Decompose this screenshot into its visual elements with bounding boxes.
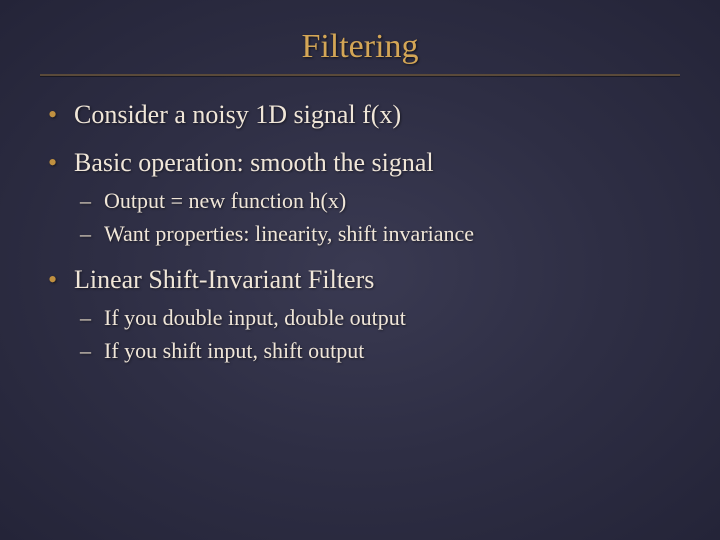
sub-item: Output = new function h(x) (74, 186, 680, 216)
bullet-item: Basic operation: smooth the signal Outpu… (40, 146, 680, 249)
slide: Filtering Consider a noisy 1D signal f(x… (0, 0, 720, 540)
sub-item: If you double input, double output (74, 303, 680, 333)
bullet-item: Linear Shift-Invariant Filters If you do… (40, 263, 680, 366)
slide-title: Filtering (40, 28, 680, 66)
sub-item: Want properties: linearity, shift invari… (74, 219, 680, 249)
bullet-list: Consider a noisy 1D signal f(x) Basic op… (40, 98, 680, 366)
bullet-text: Linear Shift-Invariant Filters (74, 265, 374, 294)
sub-list: Output = new function h(x) Want properti… (74, 186, 680, 249)
sub-item: If you shift input, shift output (74, 336, 680, 366)
bullet-item: Consider a noisy 1D signal f(x) (40, 98, 680, 132)
sub-list: If you double input, double output If yo… (74, 303, 680, 366)
bullet-text: Basic operation: smooth the signal (74, 148, 434, 177)
title-rule (40, 74, 680, 76)
bullet-text: Consider a noisy 1D signal f(x) (74, 100, 401, 129)
